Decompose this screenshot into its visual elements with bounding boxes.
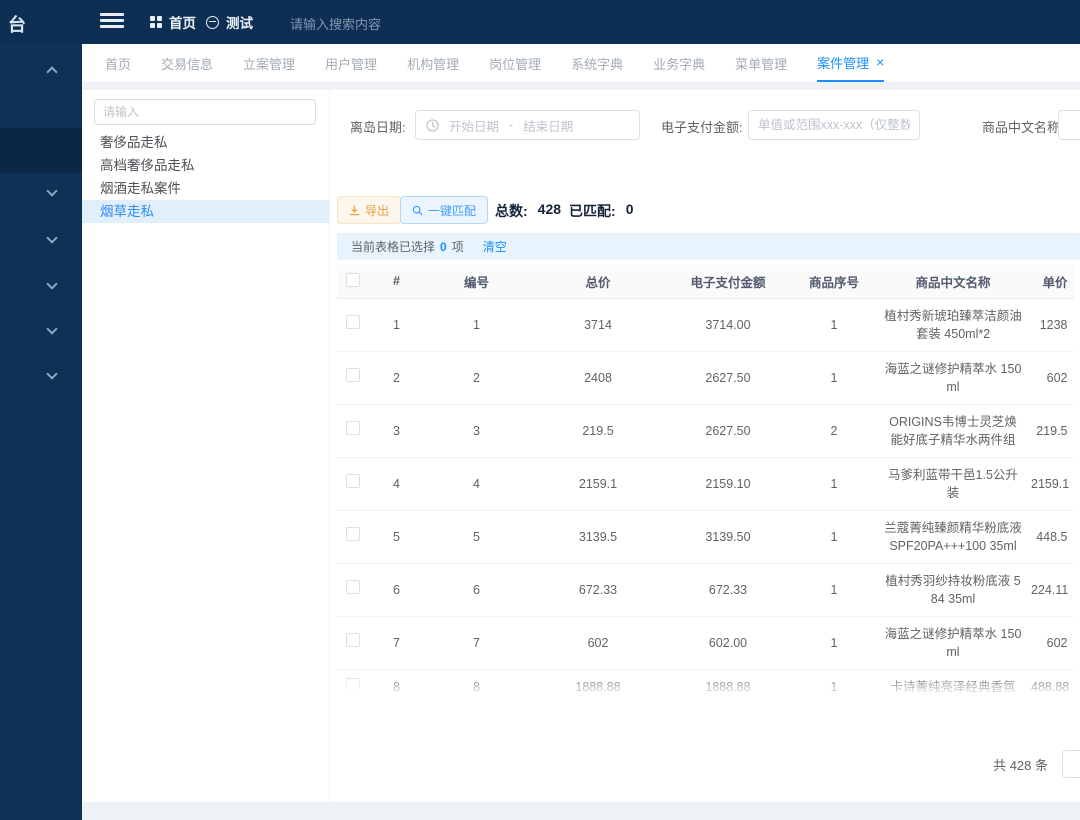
gap-strip	[82, 82, 1080, 90]
chevron-down-icon[interactable]	[46, 368, 57, 379]
table-row: 88 1888.881888.88 1卡诗菁纯亮泽经典香氛 488.88	[337, 669, 1074, 700]
results-table: # 编号 总价 电子支付金额 商品序号 商品中文名称 单价 11 3714371…	[337, 265, 1074, 700]
page-size-select[interactable]	[1062, 750, 1080, 778]
one-click-match-button[interactable]: 一键匹配	[400, 196, 488, 224]
selection-count: 0	[440, 240, 447, 254]
pagination: 共 428 条	[993, 748, 1080, 780]
epay-amount-input[interactable]	[748, 110, 920, 140]
product-name-label: 商品中文名称:	[982, 117, 1064, 136]
export-button[interactable]: 导出	[337, 196, 401, 224]
chevron-up-icon[interactable]	[46, 66, 57, 77]
chevron-down-icon[interactable]	[46, 185, 57, 196]
date-end-placeholder: 结束日期	[523, 116, 573, 135]
col-total: 总价	[529, 265, 667, 298]
chevron-down-icon[interactable]	[46, 323, 57, 334]
tab-case-filing[interactable]: 立案管理	[243, 44, 295, 82]
date-range-picker[interactable]: 开始日期 - 结束日期	[415, 110, 640, 140]
bottom-strip	[82, 802, 1080, 820]
total-value: 428	[538, 201, 561, 221]
col-seq: 商品序号	[789, 265, 879, 298]
date-start-placeholder: 开始日期	[449, 116, 499, 135]
tab-case-mgmt-active[interactable]: 案件管理 ×	[817, 44, 884, 82]
row-checkbox[interactable]	[346, 678, 360, 692]
left-rail	[0, 44, 82, 820]
minus-circle-icon	[206, 16, 219, 29]
tab-post-mgmt[interactable]: 岗位管理	[489, 44, 541, 82]
download-icon	[349, 205, 360, 216]
row-checkbox[interactable]	[346, 421, 360, 435]
col-idx: #	[369, 265, 424, 298]
hamburger-menu-icon[interactable]	[100, 13, 124, 31]
tab-biz-dict[interactable]: 业务字典	[653, 44, 705, 82]
match-stats: 总数: 428 已匹配: 0	[495, 201, 634, 221]
row-checkbox[interactable]	[346, 474, 360, 488]
tab-sys-dict[interactable]: 系统字典	[571, 44, 623, 82]
tab-menu-mgmt[interactable]: 菜单管理	[735, 44, 787, 82]
table-row: 33 219.52627.50 2ORIGINS韦博士灵芝焕能好底子精华水两件组…	[337, 404, 1074, 457]
chevron-down-icon[interactable]	[46, 278, 57, 289]
table-row: 11 37143714.00 1植村秀新琥珀臻萃洁颜油套装 450ml*2 12…	[337, 298, 1074, 351]
tab-org-mgmt[interactable]: 机构管理	[407, 44, 459, 82]
tree-item-selected[interactable]: 烟草走私	[82, 200, 329, 223]
tree-item[interactable]: 奢侈品走私	[82, 131, 329, 154]
matched-label: 已匹配:	[569, 201, 616, 221]
tree-item[interactable]: 烟酒走私案件	[82, 177, 329, 200]
table-row: 66 672.33672.33 1植村秀羽纱持妆粉底液 584 35ml 224…	[337, 563, 1074, 616]
tab-home[interactable]: 首页	[105, 44, 131, 82]
pagination-total: 共 428 条	[993, 755, 1048, 774]
col-name: 商品中文名称	[879, 265, 1027, 298]
row-checkbox[interactable]	[346, 633, 360, 647]
chevron-down-icon[interactable]	[46, 232, 57, 243]
topnav-test[interactable]: 测试	[206, 0, 253, 44]
date-separator: -	[509, 118, 513, 132]
table-row: 77 602602.00 1海蓝之谜修护精萃水 150ml 602	[337, 616, 1074, 669]
matched-value: 0	[626, 201, 634, 221]
tab-close-icon[interactable]: ×	[876, 55, 884, 69]
clock-icon	[426, 119, 439, 132]
col-unit: 单价	[1027, 265, 1074, 298]
date-filter-label: 离岛日期:	[350, 117, 406, 136]
table-row: 22 24082627.50 1海蓝之谜修护精萃水 150ml 602	[337, 351, 1074, 404]
tab-bar: 首页 交易信息 立案管理 用户管理 机构管理 岗位管理 系统字典 业务字典 菜单…	[82, 44, 1080, 82]
selection-bar: 当前表格已选择 0 项 清空	[337, 233, 1080, 260]
tree-item[interactable]: 高档奢侈品走私	[82, 154, 329, 177]
topnav-home[interactable]: 首页	[150, 0, 196, 44]
magnifier-icon	[412, 205, 423, 216]
table-row: 55 3139.53139.50 1兰蔻菁纯臻颜精华粉底液SPF20PA+++1…	[337, 510, 1074, 563]
col-code: 编号	[424, 265, 529, 298]
main-panel: 离岛日期: 开始日期 - 结束日期 电子支付金额: 商品中文名称: 导出 一键匹…	[330, 90, 1080, 802]
select-all-checkbox[interactable]	[346, 273, 360, 287]
selection-unit: 项	[452, 238, 464, 255]
row-checkbox[interactable]	[346, 315, 360, 329]
tree-search-input[interactable]	[94, 99, 316, 125]
row-checkbox[interactable]	[346, 368, 360, 382]
clear-selection-link[interactable]: 清空	[483, 238, 507, 255]
col-epay: 电子支付金额	[667, 265, 789, 298]
logo-text: 台	[8, 11, 26, 37]
topnav-home-label: 首页	[169, 12, 196, 32]
topnav-test-label: 测试	[226, 12, 253, 32]
row-checkbox[interactable]	[346, 527, 360, 541]
tab-trade-info[interactable]: 交易信息	[161, 44, 213, 82]
global-search-input[interactable]: 请输入搜索内容	[290, 14, 381, 33]
selection-prefix: 当前表格已选择	[351, 238, 435, 255]
table-row: 44 2159.12159.10 1马爹利蓝带干邑1.5公升装 2159.1	[337, 457, 1074, 510]
case-type-panel: 奢侈品走私 高档奢侈品走私 烟酒走私案件 烟草走私	[82, 90, 330, 802]
table-header-row: # 编号 总价 电子支付金额 商品序号 商品中文名称 单价	[337, 265, 1074, 298]
topbar: 台 首页 测试 请输入搜索内容	[0, 0, 1080, 44]
product-name-input[interactable]	[1058, 110, 1080, 140]
rail-selected-item[interactable]	[0, 128, 82, 173]
grid-icon	[150, 16, 162, 28]
tab-user-mgmt[interactable]: 用户管理	[325, 44, 377, 82]
total-label: 总数:	[495, 201, 528, 221]
row-checkbox[interactable]	[346, 580, 360, 594]
epay-amount-label: 电子支付金额:	[661, 117, 743, 136]
